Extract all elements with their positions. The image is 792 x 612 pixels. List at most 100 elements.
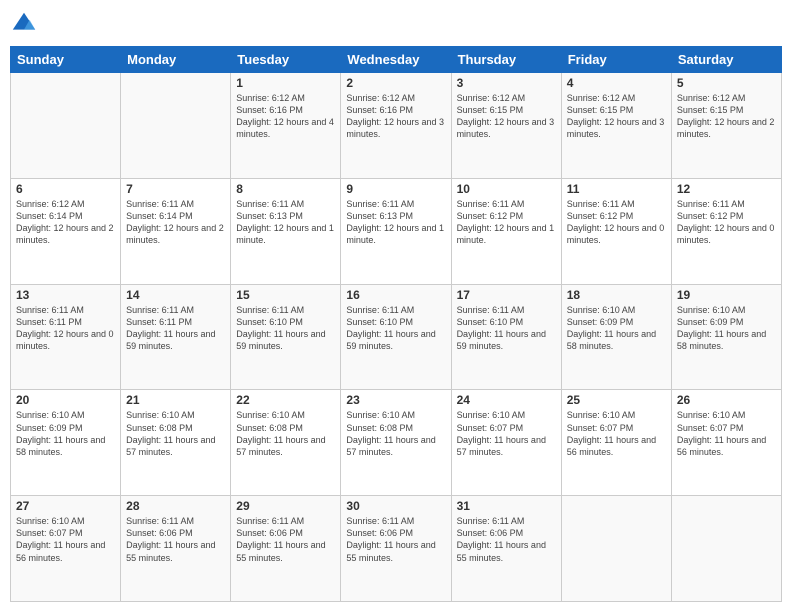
calendar-week-4: 20 Sunrise: 6:10 AMSunset: 6:09 PMDayligh… bbox=[11, 390, 782, 496]
calendar-cell: 7 Sunrise: 6:11 AMSunset: 6:14 PMDaylight… bbox=[121, 178, 231, 284]
calendar-cell: 28 Sunrise: 6:11 AMSunset: 6:06 PMDayligh… bbox=[121, 496, 231, 602]
weekday-header-row: SundayMondayTuesdayWednesdayThursdayFrid… bbox=[11, 47, 782, 73]
cell-text: Sunrise: 6:11 AMSunset: 6:10 PMDaylight:… bbox=[236, 304, 335, 353]
day-number: 19 bbox=[677, 288, 776, 302]
cell-text: Sunrise: 6:11 AMSunset: 6:06 PMDaylight:… bbox=[457, 515, 556, 564]
calendar-cell: 3 Sunrise: 6:12 AMSunset: 6:15 PMDaylight… bbox=[451, 73, 561, 179]
day-number: 5 bbox=[677, 76, 776, 90]
day-number: 7 bbox=[126, 182, 225, 196]
day-number: 21 bbox=[126, 393, 225, 407]
weekday-header-tuesday: Tuesday bbox=[231, 47, 341, 73]
weekday-header-sunday: Sunday bbox=[11, 47, 121, 73]
weekday-header-friday: Friday bbox=[561, 47, 671, 73]
calendar-cell: 10 Sunrise: 6:11 AMSunset: 6:12 PMDayligh… bbox=[451, 178, 561, 284]
calendar-cell bbox=[561, 496, 671, 602]
calendar-cell: 31 Sunrise: 6:11 AMSunset: 6:06 PMDayligh… bbox=[451, 496, 561, 602]
calendar-cell: 23 Sunrise: 6:10 AMSunset: 6:08 PMDayligh… bbox=[341, 390, 451, 496]
cell-text: Sunrise: 6:10 AMSunset: 6:08 PMDaylight:… bbox=[346, 409, 445, 458]
day-number: 14 bbox=[126, 288, 225, 302]
weekday-header-saturday: Saturday bbox=[671, 47, 781, 73]
day-number: 13 bbox=[16, 288, 115, 302]
logo-icon bbox=[10, 10, 38, 38]
day-number: 31 bbox=[457, 499, 556, 513]
day-number: 24 bbox=[457, 393, 556, 407]
cell-text: Sunrise: 6:11 AMSunset: 6:12 PMDaylight:… bbox=[457, 198, 556, 247]
day-number: 15 bbox=[236, 288, 335, 302]
day-number: 3 bbox=[457, 76, 556, 90]
cell-text: Sunrise: 6:10 AMSunset: 6:08 PMDaylight:… bbox=[126, 409, 225, 458]
calendar-cell: 24 Sunrise: 6:10 AMSunset: 6:07 PMDayligh… bbox=[451, 390, 561, 496]
page: SundayMondayTuesdayWednesdayThursdayFrid… bbox=[0, 0, 792, 612]
calendar-week-2: 6 Sunrise: 6:12 AMSunset: 6:14 PMDaylight… bbox=[11, 178, 782, 284]
cell-text: Sunrise: 6:10 AMSunset: 6:07 PMDaylight:… bbox=[567, 409, 666, 458]
calendar-cell bbox=[121, 73, 231, 179]
calendar-cell: 14Sunrise: 6:11 AMSunset: 6:11 PMDayligh… bbox=[121, 284, 231, 390]
cell-text: Sunrise: 6:11 AMSunset: 6:12 PMDaylight:… bbox=[677, 198, 776, 247]
cell-text: Sunrise: 6:12 AMSunset: 6:15 PMDaylight:… bbox=[567, 92, 666, 141]
cell-text: Sunrise: 6:11 AMSunset: 6:14 PMDaylight:… bbox=[126, 198, 225, 247]
day-number: 23 bbox=[346, 393, 445, 407]
cell-text: Sunrise: 6:10 AMSunset: 6:09 PMDaylight:… bbox=[16, 409, 115, 458]
calendar-cell: 20 Sunrise: 6:10 AMSunset: 6:09 PMDayligh… bbox=[11, 390, 121, 496]
calendar-cell bbox=[11, 73, 121, 179]
cell-text: Sunrise: 6:11 AMSunset: 6:12 PMDaylight:… bbox=[567, 198, 666, 247]
day-number: 25 bbox=[567, 393, 666, 407]
cell-text: Sunrise: 6:11 AMSunset: 6:10 PMDaylight:… bbox=[346, 304, 445, 353]
day-number: 1 bbox=[236, 76, 335, 90]
cell-text: Sunrise: 6:11 AMSunset: 6:13 PMDaylight:… bbox=[236, 198, 335, 247]
day-number: 11 bbox=[567, 182, 666, 196]
cell-text: Sunrise: 6:12 AMSunset: 6:15 PMDaylight:… bbox=[457, 92, 556, 141]
calendar-cell: 17 Sunrise: 6:11 AMSunset: 6:10 PMDayligh… bbox=[451, 284, 561, 390]
calendar-cell: 6 Sunrise: 6:12 AMSunset: 6:14 PMDaylight… bbox=[11, 178, 121, 284]
calendar-cell: 5 Sunrise: 6:12 AMSunset: 6:15 PMDaylight… bbox=[671, 73, 781, 179]
day-number: 10 bbox=[457, 182, 556, 196]
calendar-cell: 26 Sunrise: 6:10 AMSunset: 6:07 PMDayligh… bbox=[671, 390, 781, 496]
calendar-cell: 8 Sunrise: 6:11 AMSunset: 6:13 PMDaylight… bbox=[231, 178, 341, 284]
calendar-cell: 11 Sunrise: 6:11 AMSunset: 6:12 PMDayligh… bbox=[561, 178, 671, 284]
calendar-cell: 19 Sunrise: 6:10 AMSunset: 6:09 PMDayligh… bbox=[671, 284, 781, 390]
day-number: 4 bbox=[567, 76, 666, 90]
calendar-cell: 12 Sunrise: 6:11 AMSunset: 6:12 PMDayligh… bbox=[671, 178, 781, 284]
cell-text: Sunrise: 6:10 AMSunset: 6:09 PMDaylight:… bbox=[677, 304, 776, 353]
calendar-cell: 18Sunrise: 6:10 AMSunset: 6:09 PMDayligh… bbox=[561, 284, 671, 390]
cell-text: Sunrise: 6:11 AMSunset: 6:06 PMDaylight:… bbox=[346, 515, 445, 564]
day-number: 8 bbox=[236, 182, 335, 196]
cell-text: Sunrise: 6:10 AMSunset: 6:07 PMDaylight:… bbox=[457, 409, 556, 458]
calendar-week-3: 13 Sunrise: 6:11 AMSunset: 6:11 PMDayligh… bbox=[11, 284, 782, 390]
calendar-cell bbox=[671, 496, 781, 602]
day-number: 28 bbox=[126, 499, 225, 513]
cell-text: Sunrise: 6:12 AMSunset: 6:16 PMDaylight:… bbox=[346, 92, 445, 141]
cell-text: Sunrise: 6:12 AMSunset: 6:14 PMDaylight:… bbox=[16, 198, 115, 247]
day-number: 22 bbox=[236, 393, 335, 407]
calendar-week-5: 27 Sunrise: 6:10 AMSunset: 6:07 PMDayligh… bbox=[11, 496, 782, 602]
day-number: 18 bbox=[567, 288, 666, 302]
day-number: 2 bbox=[346, 76, 445, 90]
cell-text: Sunrise: 6:10 AMSunset: 6:07 PMDaylight:… bbox=[16, 515, 115, 564]
calendar-cell: 13 Sunrise: 6:11 AMSunset: 6:11 PMDayligh… bbox=[11, 284, 121, 390]
cell-text: Sunrise: 6:10 AMSunset: 6:07 PMDaylight:… bbox=[677, 409, 776, 458]
cell-text: Sunrise: 6:12 AMSunset: 6:15 PMDaylight:… bbox=[677, 92, 776, 141]
calendar-week-1: 1 Sunrise: 6:12 AMSunset: 6:16 PMDaylight… bbox=[11, 73, 782, 179]
calendar-cell: 27 Sunrise: 6:10 AMSunset: 6:07 PMDayligh… bbox=[11, 496, 121, 602]
cell-text: Sunrise: 6:11 AMSunset: 6:10 PMDaylight:… bbox=[457, 304, 556, 353]
calendar-cell: 22Sunrise: 6:10 AMSunset: 6:08 PMDayligh… bbox=[231, 390, 341, 496]
calendar-cell: 2 Sunrise: 6:12 AMSunset: 6:16 PMDaylight… bbox=[341, 73, 451, 179]
day-number: 17 bbox=[457, 288, 556, 302]
day-number: 20 bbox=[16, 393, 115, 407]
header bbox=[10, 10, 782, 38]
day-number: 6 bbox=[16, 182, 115, 196]
day-number: 26 bbox=[677, 393, 776, 407]
cell-text: Sunrise: 6:11 AMSunset: 6:06 PMDaylight:… bbox=[126, 515, 225, 564]
day-number: 12 bbox=[677, 182, 776, 196]
cell-text: Sunrise: 6:11 AMSunset: 6:13 PMDaylight:… bbox=[346, 198, 445, 247]
calendar-cell: 1Sunrise: 6:12 AMSunset: 6:16 PMDaylight… bbox=[231, 73, 341, 179]
cell-text: Sunrise: 6:11 AMSunset: 6:11 PMDaylight:… bbox=[16, 304, 115, 353]
day-number: 9 bbox=[346, 182, 445, 196]
calendar-table: SundayMondayTuesdayWednesdayThursdayFrid… bbox=[10, 46, 782, 602]
day-number: 30 bbox=[346, 499, 445, 513]
weekday-header-thursday: Thursday bbox=[451, 47, 561, 73]
calendar-cell: 25 Sunrise: 6:10 AMSunset: 6:07 PMDayligh… bbox=[561, 390, 671, 496]
logo bbox=[10, 10, 42, 38]
cell-text: Sunrise: 6:11 AMSunset: 6:06 PMDaylight:… bbox=[236, 515, 335, 564]
day-number: 27 bbox=[16, 499, 115, 513]
